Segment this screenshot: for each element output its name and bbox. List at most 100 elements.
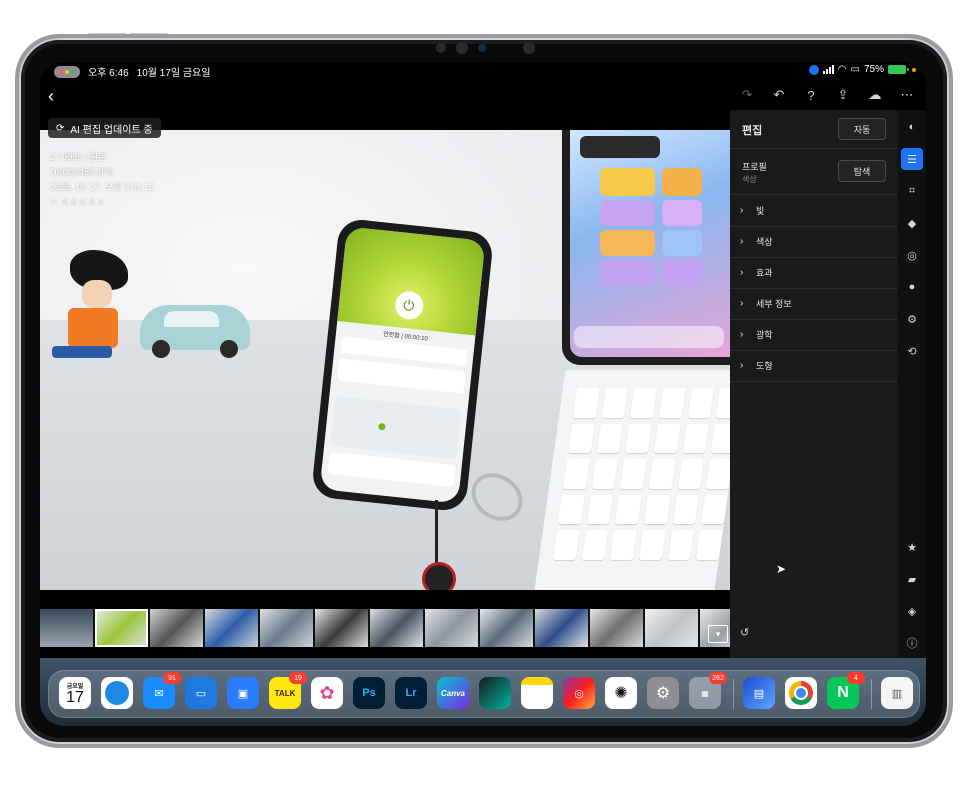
app-folder-icon[interactable]: ▦ 262 (689, 672, 727, 709)
screen-mirror-icon: ▭ (850, 64, 860, 75)
adjust-sliders-icon[interactable]: ☰ (901, 148, 923, 170)
history-icon[interactable]: ⟲ (901, 340, 923, 362)
naver-app-icon[interactable]: N4 (827, 672, 865, 709)
chevron-right-icon: › (740, 329, 744, 340)
help-icon[interactable]: ? (802, 86, 820, 104)
status-bar: 오후 6:46 10월 17일 금요일 ◠ ▭ 75% (40, 62, 926, 80)
top-button-1 (88, 33, 126, 36)
flag-icon[interactable]: ⚐ (50, 197, 58, 207)
settings-app-icon[interactable]: ⚙ (647, 677, 679, 709)
toy-car (140, 305, 250, 358)
chevron-right-icon: › (740, 267, 744, 278)
info-icon[interactable]: ⓘ (901, 632, 923, 654)
wifi-icon: ◠ (837, 64, 847, 75)
thumbnail[interactable] (315, 609, 368, 647)
chatgpt-app-icon[interactable]: ✺ (605, 677, 637, 709)
photoshop-app-icon[interactable]: Ps (353, 677, 385, 709)
masking-icon[interactable]: ◎ (901, 244, 923, 266)
thumbnail[interactable] (370, 609, 423, 647)
edit-panel: 편집 자동 프로필 색상 탐색 › 빛 › 색상 › 효과 › 세부 정보 › 광학 › 도… (730, 110, 898, 678)
filmstrip (40, 609, 730, 647)
section-detail[interactable]: › 세부 정보 (730, 288, 898, 320)
thumbnail[interactable] (150, 609, 203, 647)
naver-badge: 4 (847, 672, 865, 684)
section-color[interactable]: › 색상 (730, 226, 898, 258)
top-button-2 (130, 33, 168, 36)
kakaotalk-badge: 19 (289, 672, 307, 684)
back-chevron-icon[interactable]: ‹ (48, 86, 54, 107)
tool-rail: ◐ ☰ ⌗ ◆ ◎ ● ⚙ ⟲ ★ ▰ ◈ ⓘ (898, 110, 926, 678)
ai-chip-label: AI 편집 업데이트 중 (70, 124, 153, 136)
camera-lens (478, 44, 486, 52)
section-light[interactable]: › 빛 (730, 195, 898, 227)
chevron-right-icon: › (740, 236, 744, 247)
thumbnail[interactable] (645, 609, 698, 647)
thumbnail[interactable] (205, 609, 258, 647)
browse-button[interactable]: 탐색 (838, 160, 886, 182)
figure-toy (40, 250, 135, 370)
eraser-icon[interactable]: ◆ (901, 212, 923, 234)
notes-app-icon[interactable] (521, 677, 553, 709)
versions-icon[interactable]: ⚙ (901, 308, 923, 330)
canva-app-icon[interactable]: Canva (437, 677, 469, 709)
comment-icon[interactable]: ▰ (901, 568, 923, 590)
star-icon[interactable]: ★ (901, 536, 923, 558)
section-geometry[interactable]: › 도형 (730, 350, 898, 382)
safari-app-icon[interactable] (101, 677, 133, 709)
section-label: 효과 (756, 268, 773, 278)
edit-panel-title: 편집 (742, 125, 763, 137)
volume-button (15, 92, 18, 120)
photo-index: 2 / 6995 | 원본 (50, 152, 107, 162)
thumbnail[interactable] (425, 609, 478, 647)
files-app-icon[interactable]: ▭ (185, 677, 217, 709)
profile-label: 프로필 (742, 162, 767, 172)
cloud-sync-icon[interactable]: ☁ (866, 86, 884, 104)
calendar-app-icon[interactable]: 금요일 17 (59, 677, 91, 709)
privacy-dot (912, 67, 916, 72)
section-optics[interactable]: › 광학 (730, 319, 898, 351)
undo-icon[interactable]: ↶ (770, 86, 788, 104)
battery-icon (888, 65, 909, 74)
section-effects[interactable]: › 효과 (730, 257, 898, 289)
more-icon[interactable]: ⋯ (898, 86, 916, 104)
phone-in-photo: ⏻ 안전함 | 00:00:10 (310, 217, 495, 513)
profile-row: 프로필 색상 탐색 (730, 148, 898, 195)
thumbnail[interactable] (590, 609, 643, 647)
tag-icon[interactable]: ◈ (901, 600, 923, 622)
mic-indicator-icon (808, 64, 819, 75)
chrome-app-icon[interactable] (785, 677, 817, 709)
thumbnail[interactable] (535, 609, 588, 647)
filmstrip-toggle-icon[interactable]: ▾ (708, 625, 728, 643)
thumbnail[interactable] (40, 609, 93, 647)
crop-icon[interactable]: ⌗ (901, 180, 923, 202)
thumbnail-selected[interactable] (95, 609, 148, 647)
redo-icon[interactable]: ↷ (738, 86, 756, 104)
instagram-app-icon[interactable]: ◎ (563, 677, 595, 709)
dock: 금요일 17 ✉ 91 ▭ ▣ TALK 19 ✿ Ps Lr Canva ◎ ✺ … (48, 670, 920, 718)
stage-manager-dots[interactable] (54, 65, 80, 78)
app-store-icon[interactable]: ▣ (227, 677, 259, 709)
top-toolbar: ‹ ↷ ↶ ? ⇪ ☁ ⋯ (40, 82, 926, 110)
color-drop-icon[interactable]: ● (901, 276, 923, 298)
auto-button[interactable]: 자동 (838, 118, 886, 140)
lightroom-app-icon[interactable]: Lr (395, 677, 427, 709)
reset-icon[interactable]: ↺ (740, 626, 749, 639)
presets-icon[interactable]: ◐ (901, 116, 923, 138)
section-label: 도형 (756, 361, 773, 371)
ai-update-chip[interactable]: ⟳ AI 편집 업데이트 중 (48, 118, 161, 138)
share-icon[interactable]: ⇪ (834, 86, 852, 104)
recent-app-icon[interactable]: ▥ (881, 677, 913, 709)
thumbnail[interactable] (260, 609, 313, 647)
ai-refresh-icon: ⟳ (56, 122, 65, 134)
status-date: 10월 17일 금요일 (136, 68, 211, 79)
files-alt-app-icon[interactable]: ▤ (743, 677, 775, 709)
star-rating[interactable]: ☆☆☆☆☆ (61, 197, 106, 207)
kakaotalk-app-icon[interactable]: TALK 19 (269, 672, 307, 709)
keyboard-in-photo (534, 370, 730, 590)
dock-separator (733, 679, 734, 709)
photos-app-icon[interactable]: ✿ (311, 677, 343, 709)
final-cut-app-icon[interactable] (479, 677, 511, 709)
calendar-day: 17 (66, 688, 84, 706)
thumbnail[interactable] (480, 609, 533, 647)
mail-app-icon[interactable]: ✉ 91 (143, 672, 181, 709)
